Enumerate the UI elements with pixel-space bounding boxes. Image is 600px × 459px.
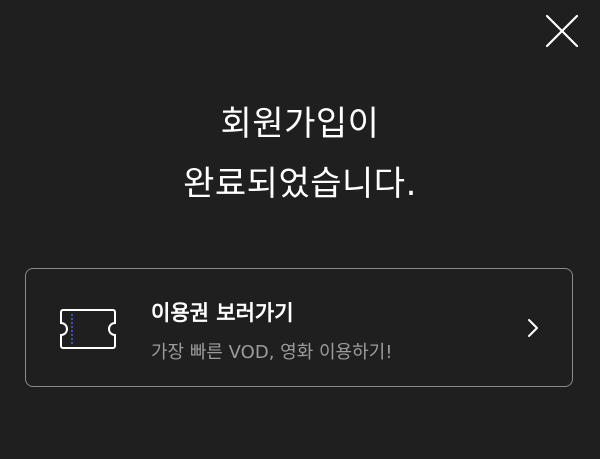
card-subtitle: 가장 빠른 VOD, 영화 이용하기!: [151, 342, 393, 363]
chevron-right-icon: [525, 317, 541, 339]
ticket-icon: [59, 308, 117, 350]
card-title: 이용권 보러가기: [151, 301, 294, 325]
headline-line-2: 완료되었습니다.: [183, 164, 417, 204]
signup-complete-message: 회원가입이 완료되었습니다.: [0, 94, 600, 214]
headline-line-1: 회원가입이: [220, 104, 380, 144]
view-ticket-card[interactable]: 이용권 보러가기 가장 빠른 VOD, 영화 이용하기!: [25, 268, 573, 387]
close-button[interactable]: [543, 12, 581, 50]
close-icon: [545, 14, 579, 48]
